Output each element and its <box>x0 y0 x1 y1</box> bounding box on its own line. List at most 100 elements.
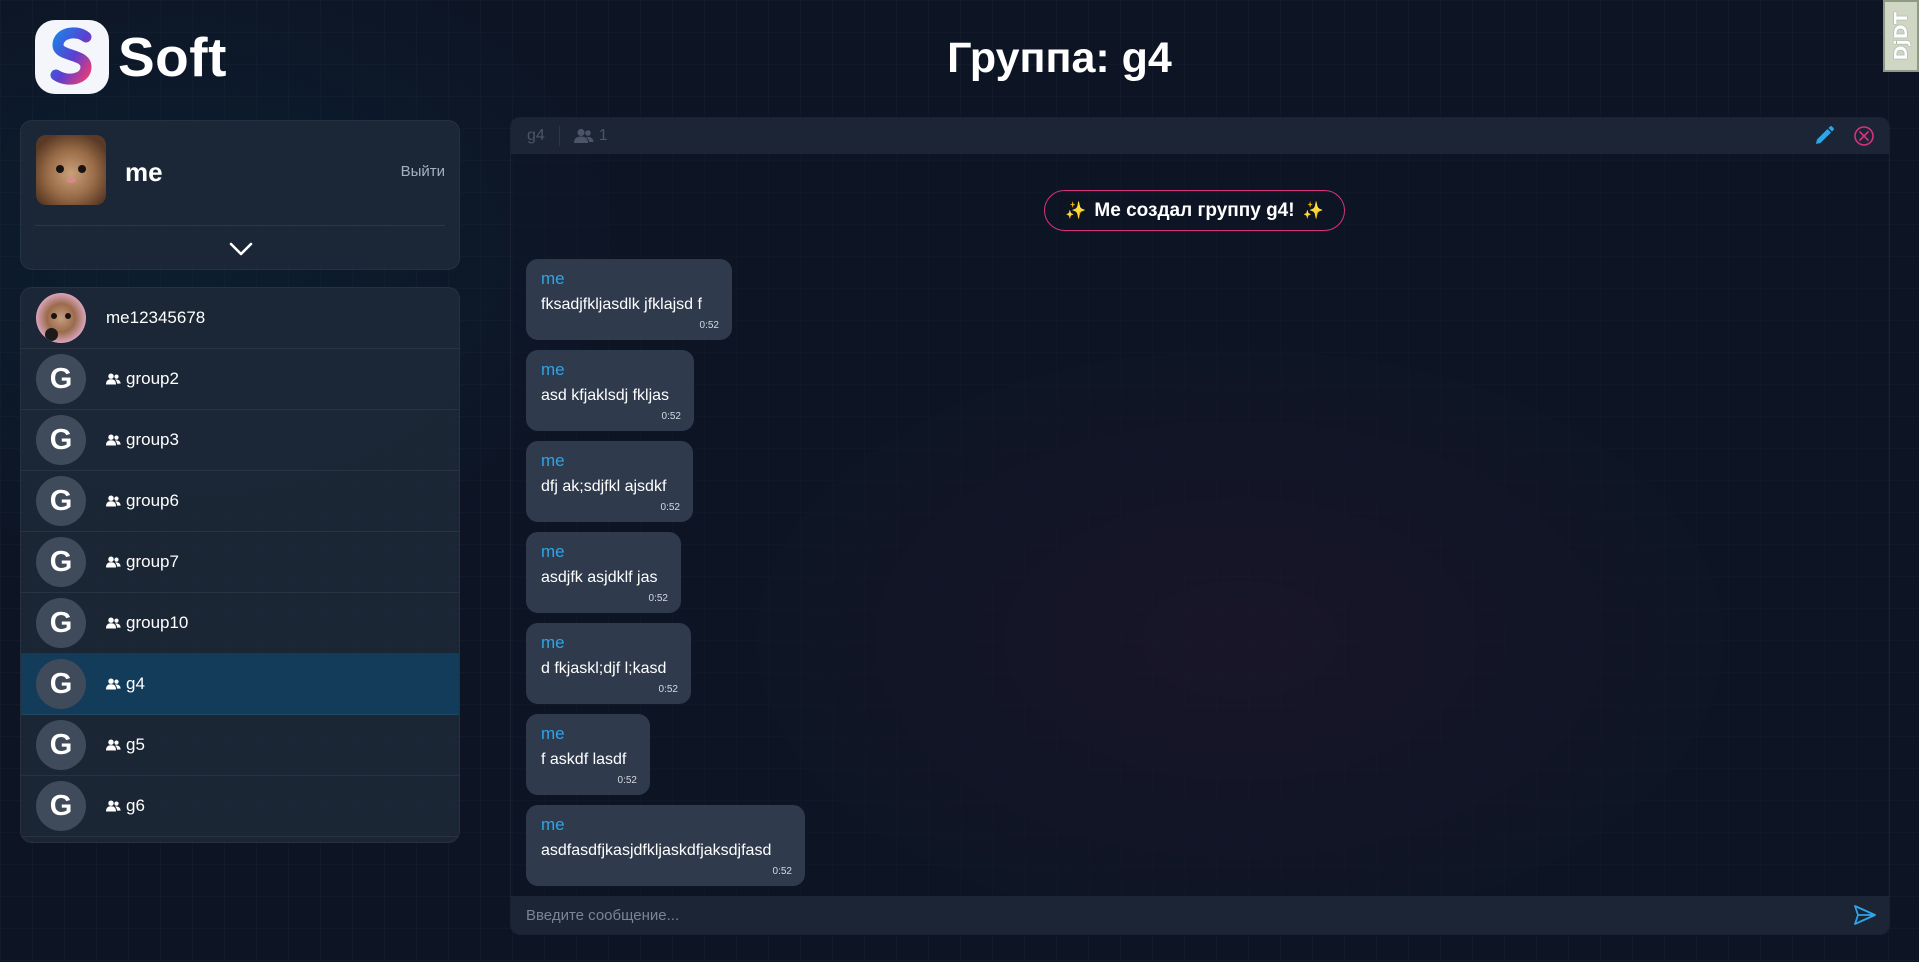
message-time: 0:52 <box>658 684 678 695</box>
profile-name: me <box>125 157 163 187</box>
chat-name: group10 <box>126 613 189 632</box>
chat-window: g4 1 ✨ Me создал группу g4! ✨ me fksadjf… <box>510 117 1890 935</box>
logout-button[interactable]: Выйти <box>401 163 445 180</box>
message-time: 0:52 <box>772 866 792 877</box>
chat-item-group6[interactable]: Ggroup6 <box>21 471 459 532</box>
chat-item-group10[interactable]: Ggroup10 <box>21 593 459 654</box>
message-time: 0:52 <box>699 320 719 331</box>
chevron-down-icon[interactable] <box>226 234 256 264</box>
members-count-value: 1 <box>598 127 608 144</box>
avatar: G <box>36 781 86 831</box>
s-logo-icon <box>35 20 109 94</box>
sparkles-icon: ✨ <box>1065 200 1087 220</box>
message-time: 0:52 <box>617 775 637 786</box>
chat-label: group10 <box>106 613 188 633</box>
page-title: Группа: g4 <box>947 34 1172 82</box>
chat-label: me12345678 <box>106 308 205 328</box>
chat-name: g4 <box>527 127 545 144</box>
avatar: G <box>36 537 86 587</box>
message-bubble: me dfj ak;sdjfkl ajsdkf 0:52 <box>526 441 693 522</box>
group-icon <box>106 678 121 690</box>
chat-name: group3 <box>126 430 179 449</box>
message-bubble: me asdfasdfjkasjdfkljaskdfjaksdjfasd 0:52 <box>526 805 805 886</box>
chat-header: g4 1 <box>511 118 1889 154</box>
chat-name: group6 <box>126 491 179 510</box>
avatar <box>36 293 86 343</box>
message-bubble: me f askdf lasdf 0:52 <box>526 714 650 795</box>
users-icon <box>573 128 594 143</box>
chat-label: g6 <box>106 796 145 816</box>
group-icon <box>106 434 121 446</box>
chat-label: group2 <box>106 369 179 389</box>
avatar: G <box>36 476 86 526</box>
close-icon[interactable] <box>1853 125 1875 152</box>
chat-item-g5[interactable]: Gg5 <box>21 715 459 776</box>
avatar: G <box>36 659 86 709</box>
chat-list: me12345678 Ggroup2 Ggroup3 Ggroup6 Ggroup7 Gg… <box>20 287 460 843</box>
chat-label: group7 <box>106 552 179 572</box>
debug-toolbar-handle[interactable]: DjDT <box>1883 0 1919 72</box>
group-icon <box>106 800 121 812</box>
chat-item-group2[interactable]: Ggroup2 <box>21 349 459 410</box>
avatar: G <box>36 720 86 770</box>
chat-label: g4 <box>106 674 145 694</box>
message-time: 0:52 <box>661 411 681 422</box>
message-text: asdjfk asjdklf jas <box>541 569 658 586</box>
edit-icon[interactable] <box>1813 125 1835 152</box>
debug-toolbar-label: DjDT <box>1890 11 1912 61</box>
message-text: dfj ak;sdjfkl ajsdkf <box>541 478 667 495</box>
chat-item-g6[interactable]: Gg6 <box>21 776 459 837</box>
avatar: G <box>36 354 86 404</box>
message-author: me <box>541 269 565 288</box>
chat-name: g4 <box>126 674 145 693</box>
message-input[interactable] <box>526 900 1826 930</box>
message-bubble: me asdjfk asjdklf jas 0:52 <box>526 532 681 613</box>
chat-label: g5 <box>106 735 145 755</box>
message-text: asd kfjaklsdj fkljas <box>541 387 670 404</box>
message-author: me <box>541 815 565 834</box>
message-time: 0:52 <box>648 593 668 604</box>
chat-label: group3 <box>106 430 179 450</box>
message-author: me <box>541 360 565 379</box>
message-author: me <box>541 724 565 743</box>
divider <box>35 225 445 226</box>
message-bubble: me asd kfjaklsdj fkljas 0:52 <box>526 350 694 431</box>
sparkles-icon: ✨ <box>1302 200 1324 220</box>
chat-name: g6 <box>126 796 145 815</box>
divider <box>558 126 560 146</box>
message-composer <box>511 896 1889 934</box>
message-text: d fkjaskl;djf l;kasd <box>541 660 667 677</box>
group-icon <box>106 373 121 385</box>
message-author: me <box>541 633 565 652</box>
send-icon[interactable] <box>1853 904 1877 931</box>
system-message: ✨ Me создал группу g4! ✨ <box>1044 190 1345 231</box>
group-icon <box>106 556 121 568</box>
message-text: asdfasdfjkasjdfkljaskdfjaksdjfasd <box>541 842 772 859</box>
chat-name: group7 <box>126 552 179 571</box>
chat-item-group7[interactable]: Ggroup7 <box>21 532 459 593</box>
chat-name: g5 <box>126 735 145 754</box>
group-icon <box>106 617 121 629</box>
message-author: me <box>541 451 565 470</box>
message-bubble: me fksadjfkljasdlk jfklajsd f 0:52 <box>526 259 732 340</box>
avatar: G <box>36 598 86 648</box>
avatar: G <box>36 415 86 465</box>
message-time: 0:52 <box>660 502 680 513</box>
avatar <box>36 135 106 205</box>
chat-item-g4[interactable]: Gg4 <box>21 654 459 715</box>
group-icon <box>106 495 121 507</box>
system-message-text: Me создал группу g4! <box>1094 199 1295 221</box>
message-text: fksadjfkljasdlk jfklajsd f <box>541 296 702 313</box>
group-icon <box>106 739 121 751</box>
profile-card: me Выйти <box>20 120 460 270</box>
chat-item-group3[interactable]: Ggroup3 <box>21 410 459 471</box>
app-logo[interactable]: Soft <box>35 20 227 94</box>
chat-label: group6 <box>106 491 179 511</box>
message-author: me <box>541 542 565 561</box>
members-count[interactable]: 1 <box>573 127 608 145</box>
message-bubble: me d fkjaskl;djf l;kasd 0:52 <box>526 623 691 704</box>
chat-item-me12345678[interactable]: me12345678 <box>21 288 459 349</box>
chat-name: group2 <box>126 369 179 388</box>
message-text: f askdf lasdf <box>541 751 627 768</box>
chat-name: me12345678 <box>106 308 206 327</box>
